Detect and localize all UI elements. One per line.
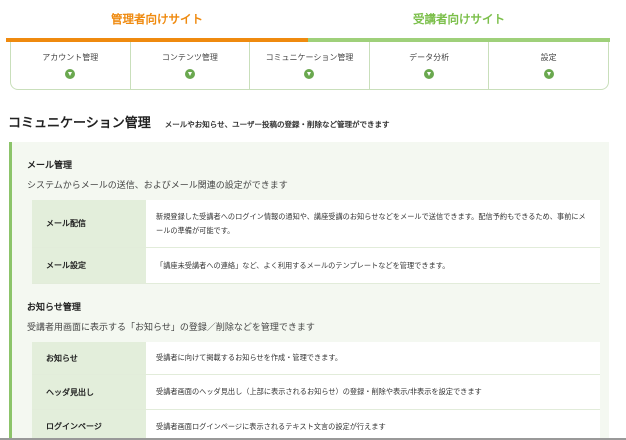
chevron-down-circle-icon [65,69,76,79]
chevron-down-circle-icon [304,69,315,79]
nav-label: データ分析 [409,53,450,62]
chevron-down-circle-icon [424,69,435,79]
notice-table: お知らせ 受講者に向けて掲載するお知らせを作成・管理できます。 ヘッダ見出し 受… [32,342,600,440]
main-nav: アカウント管理 コンテンツ管理 コミュニケーション管理 データ分析 設定 [10,42,609,90]
table-row: ヘッダ見出し 受講者画面のヘッダ見出し（上部に表示されるお知らせ）の登録・削除や… [32,375,600,410]
content-panel: メール管理 システムからメールの送信、およびメール関連の設定ができます メール配… [9,142,609,440]
row-text: 新規登録した受講者へのログイン情報の通知や、講座受講のお知らせなどをメールで送信… [146,200,600,247]
table-row: メール配信 新規登録した受講者へのログイン情報の通知や、講座受講のお知らせなどを… [32,200,600,248]
mail-group-desc: システムからメールの送信、およびメール関連の設定ができます [27,181,288,191]
nav-account[interactable]: アカウント管理 [11,42,131,89]
nav-label: アカウント管理 [42,53,99,62]
notice-group-title: お知らせ管理 [27,303,81,313]
site-tabs: 管理者向けサイト 受講者向けサイト [6,0,610,42]
table-row: お知らせ 受講者に向けて掲載するお知らせを作成・管理できます。 [32,342,600,375]
nav-label: コンテンツ管理 [161,53,218,62]
chevron-down-circle-icon [543,69,554,79]
nav-label: 設定 [540,53,557,62]
nav-analytics[interactable]: データ分析 [370,42,490,89]
row-text: 受講者に向けて掲載するお知らせを作成・管理できます。 [146,342,600,374]
table-row: ログインページ 受講者画面ログインページに表示されるテキスト文言の設定が行えます [32,410,600,440]
chevron-down-circle-icon [184,69,195,79]
row-text: 受講者画面ログインページに表示されるテキスト文言の設定が行えます [146,410,600,440]
row-label: ヘッダ見出し [32,375,146,409]
mail-table: メール配信 新規登録した受講者へのログイン情報の通知や、講座受講のお知らせなどを… [32,200,600,284]
row-text: 受講者画面のヘッダ見出し（上部に表示されるお知らせ）の登録・削除や表示/非表示を… [146,375,600,409]
page-title: コミュニケーション管理 [8,116,151,131]
row-text: 「講座未受講者への連絡」など、よく利用するメールのテンプレートなどを管理できます… [146,248,600,283]
mail-group-title: メール管理 [27,161,73,171]
section-description: メールやお知らせ、ユーザー投稿の登録・削除など管理ができます [164,120,390,129]
nav-communication[interactable]: コミュニケーション管理 [250,42,370,89]
table-row: メール設定 「講座未受講者への連絡」など、よく利用するメールのテンプレートなどを… [32,248,600,284]
tab-admin-site[interactable]: 管理者向けサイト [6,0,308,42]
row-label: メール配信 [32,200,146,247]
nav-contents[interactable]: コンテンツ管理 [131,42,251,89]
notice-group-desc: 受講者用画面に表示する「お知らせ」の登録／削除などを管理できます [27,323,315,333]
tab-student-site[interactable]: 受講者向けサイト [308,0,610,42]
row-label: ログインページ [32,410,146,440]
row-label: お知らせ [32,342,146,374]
nav-settings[interactable]: 設定 [489,42,608,89]
nav-label: コミュニケーション管理 [265,53,354,62]
section-heading: コミュニケーション管理 メールやお知らせ、ユーザー投稿の登録・削除など管理ができ… [8,112,389,131]
row-label: メール設定 [32,248,146,283]
